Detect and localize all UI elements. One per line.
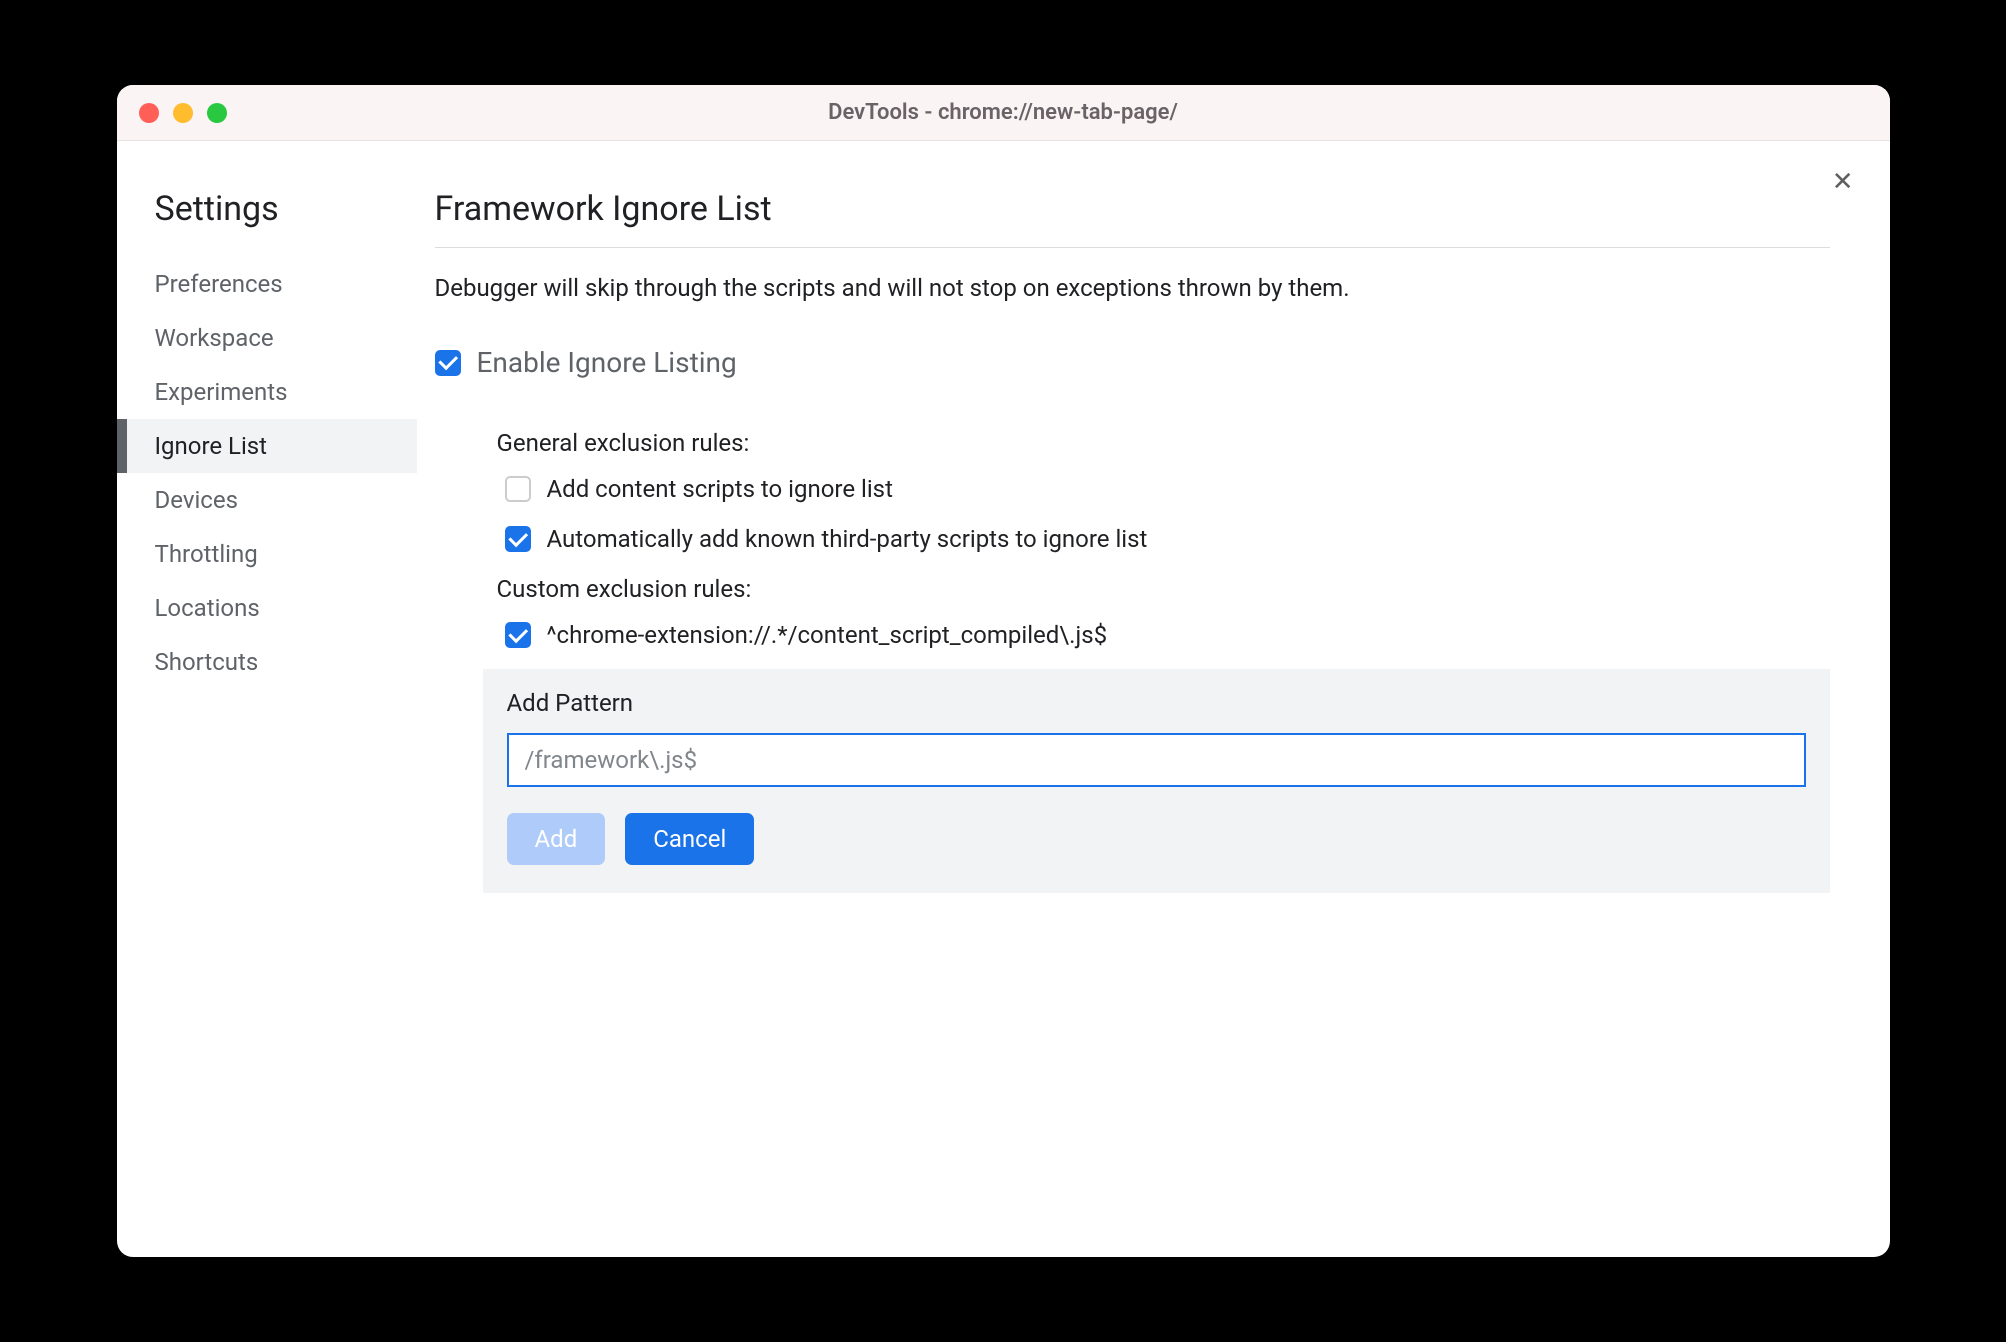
close-window-button[interactable] [139,103,159,123]
page-description: Debugger will skip through the scripts a… [435,274,1830,302]
enable-ignore-listing-label: Enable Ignore Listing [477,346,737,379]
page-title: Framework Ignore List [435,189,1830,248]
devtools-settings-window: DevTools - chrome://new-tab-page/ ✕ Sett… [117,85,1890,1257]
content-area: ✕ Settings Preferences Workspace Experim… [117,141,1890,1257]
sidebar-item-shortcuts[interactable]: Shortcuts [117,635,417,689]
general-rule-row: Automatically add known third-party scri… [497,525,1830,553]
custom-rule-row: ^chrome-extension://.*/content_script_co… [497,621,1830,649]
add-pattern-label: Add Pattern [507,689,1806,717]
window-controls [117,103,227,123]
titlebar: DevTools - chrome://new-tab-page/ [117,85,1890,141]
rules-section: General exclusion rules: Add content scr… [435,429,1830,893]
settings-sidebar: Settings Preferences Workspace Experimen… [117,141,417,1257]
sidebar-item-locations[interactable]: Locations [117,581,417,635]
cancel-button[interactable]: Cancel [625,813,754,865]
enable-ignore-listing-row: Enable Ignore Listing [435,346,1830,379]
enable-ignore-listing-checkbox[interactable] [435,350,461,376]
custom-rule-pattern: ^chrome-extension://.*/content_script_co… [547,621,1108,649]
close-panel-button[interactable]: ✕ [1832,169,1854,195]
add-button[interactable]: Add [507,813,606,865]
general-rules-label: General exclusion rules: [497,429,1830,457]
third-party-scripts-label: Automatically add known third-party scri… [547,525,1148,553]
pattern-button-row: Add Cancel [507,813,1806,865]
main-panel: Framework Ignore List Debugger will skip… [417,141,1890,1257]
sidebar-item-ignore-list[interactable]: Ignore List [117,419,417,473]
custom-rule-checkbox[interactable] [505,622,531,648]
add-pattern-panel: Add Pattern Add Cancel [483,669,1830,893]
custom-rules-label: Custom exclusion rules: [497,575,1830,603]
maximize-window-button[interactable] [207,103,227,123]
window-title: DevTools - chrome://new-tab-page/ [828,100,1178,125]
sidebar-item-devices[interactable]: Devices [117,473,417,527]
third-party-scripts-checkbox[interactable] [505,526,531,552]
sidebar-title: Settings [117,189,417,257]
pattern-input[interactable] [507,733,1806,787]
sidebar-item-preferences[interactable]: Preferences [117,257,417,311]
content-scripts-checkbox[interactable] [505,476,531,502]
sidebar-item-workspace[interactable]: Workspace [117,311,417,365]
sidebar-item-experiments[interactable]: Experiments [117,365,417,419]
content-scripts-label: Add content scripts to ignore list [547,475,893,503]
general-rule-row: Add content scripts to ignore list [497,475,1830,503]
minimize-window-button[interactable] [173,103,193,123]
sidebar-item-throttling[interactable]: Throttling [117,527,417,581]
